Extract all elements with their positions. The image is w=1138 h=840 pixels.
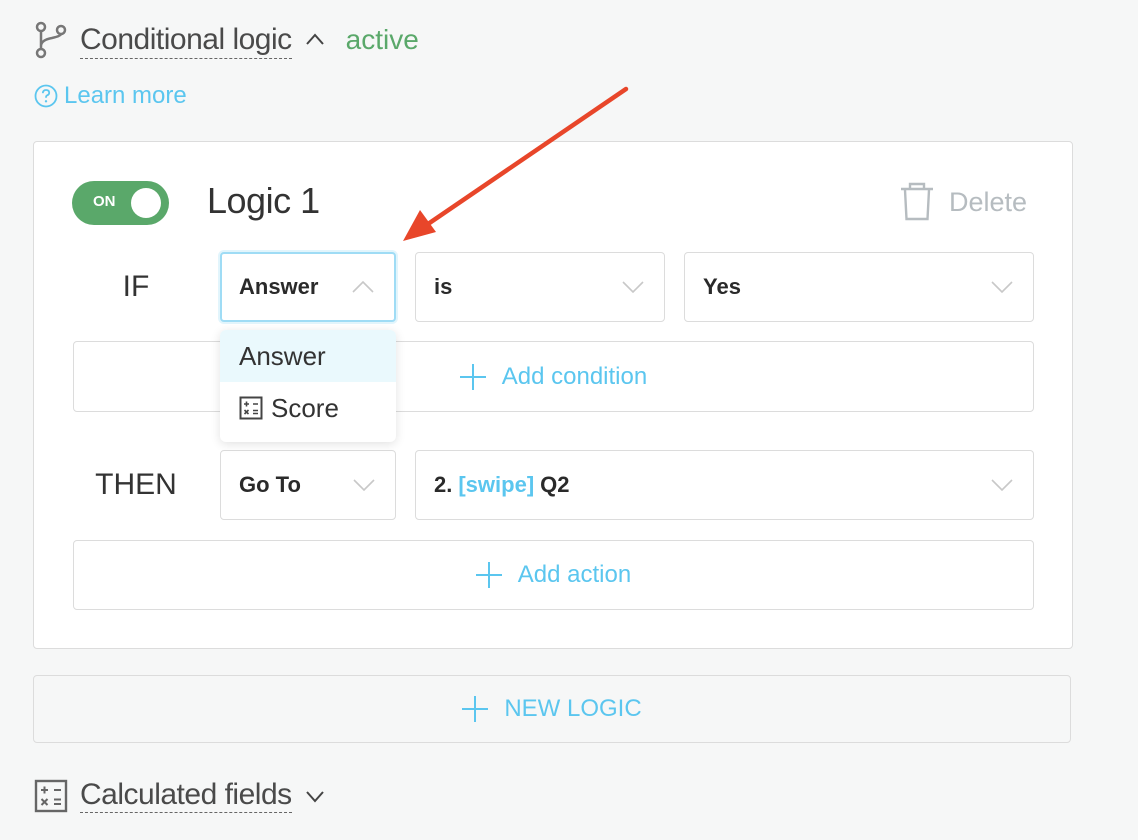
conditional-logic-header: Conditional logic active bbox=[34, 18, 419, 62]
calculated-fields-title[interactable]: Calculated fields bbox=[80, 778, 292, 813]
chevron-up-icon[interactable] bbox=[304, 29, 326, 51]
add-action-button[interactable]: Add action bbox=[73, 540, 1034, 610]
chevron-down-icon bbox=[622, 281, 644, 293]
toggle-knob bbox=[131, 188, 161, 218]
calculator-icon bbox=[239, 396, 263, 420]
condition-value-value: Yes bbox=[703, 274, 741, 299]
plus-icon bbox=[475, 562, 502, 588]
conditional-logic-title[interactable]: Conditional logic bbox=[80, 22, 292, 59]
plus-icon bbox=[462, 696, 489, 722]
logic-name: Logic 1 bbox=[207, 180, 320, 221]
learn-more-label: Learn more bbox=[64, 82, 187, 109]
logic-toggle[interactable]: ON bbox=[72, 181, 169, 225]
condition-value-select[interactable]: Yes bbox=[684, 252, 1034, 322]
help-icon bbox=[34, 84, 58, 108]
subject-dropdown-menu: Answer Score bbox=[220, 330, 396, 442]
new-logic-label: NEW LOGIC bbox=[504, 695, 642, 722]
condition-operator-value: is bbox=[434, 274, 453, 299]
action-target-tag: [swipe] bbox=[458, 472, 535, 497]
new-logic-button[interactable]: NEW LOGIC bbox=[33, 675, 1071, 743]
chevron-up-icon bbox=[352, 281, 374, 293]
condition-operator-select[interactable]: is bbox=[415, 252, 665, 322]
learn-more-link[interactable]: Learn more bbox=[34, 82, 187, 110]
then-label: THEN bbox=[95, 468, 177, 501]
chevron-down-icon bbox=[353, 479, 375, 491]
action-type-select[interactable]: Go To bbox=[220, 450, 396, 520]
calculator-icon bbox=[34, 779, 68, 812]
menu-item-answer[interactable]: Answer bbox=[220, 330, 396, 382]
toggle-label: ON bbox=[93, 193, 116, 210]
calculated-fields-header: Calculated fields bbox=[34, 778, 338, 813]
delete-label: Delete bbox=[949, 186, 1028, 217]
trash-icon bbox=[901, 182, 933, 221]
add-condition-button[interactable]: Add condition bbox=[73, 341, 1034, 412]
if-label: IF bbox=[122, 270, 150, 303]
action-target-name: Q2 bbox=[540, 472, 570, 497]
chevron-down-icon bbox=[991, 281, 1013, 293]
condition-subject-select[interactable]: Answer bbox=[220, 252, 396, 322]
action-type-value: Go To bbox=[239, 472, 301, 497]
plus-icon bbox=[459, 363, 486, 390]
add-action-label: Add action bbox=[517, 561, 632, 588]
action-target-prefix: 2. bbox=[434, 472, 453, 497]
menu-item-label: Score bbox=[271, 392, 339, 423]
add-condition-label: Add condition bbox=[501, 362, 648, 390]
chevron-down-icon[interactable] bbox=[304, 785, 326, 807]
condition-subject-value: Answer bbox=[239, 274, 319, 299]
menu-item-label: Answer bbox=[239, 340, 326, 371]
delete-button[interactable]: Delete bbox=[899, 182, 1027, 222]
menu-item-score[interactable]: Score bbox=[220, 382, 396, 434]
branch-icon bbox=[35, 21, 67, 59]
chevron-down-icon bbox=[991, 479, 1013, 491]
action-target-select[interactable]: 2. [swipe] Q2 bbox=[415, 450, 1034, 520]
status-badge: active bbox=[345, 24, 419, 55]
